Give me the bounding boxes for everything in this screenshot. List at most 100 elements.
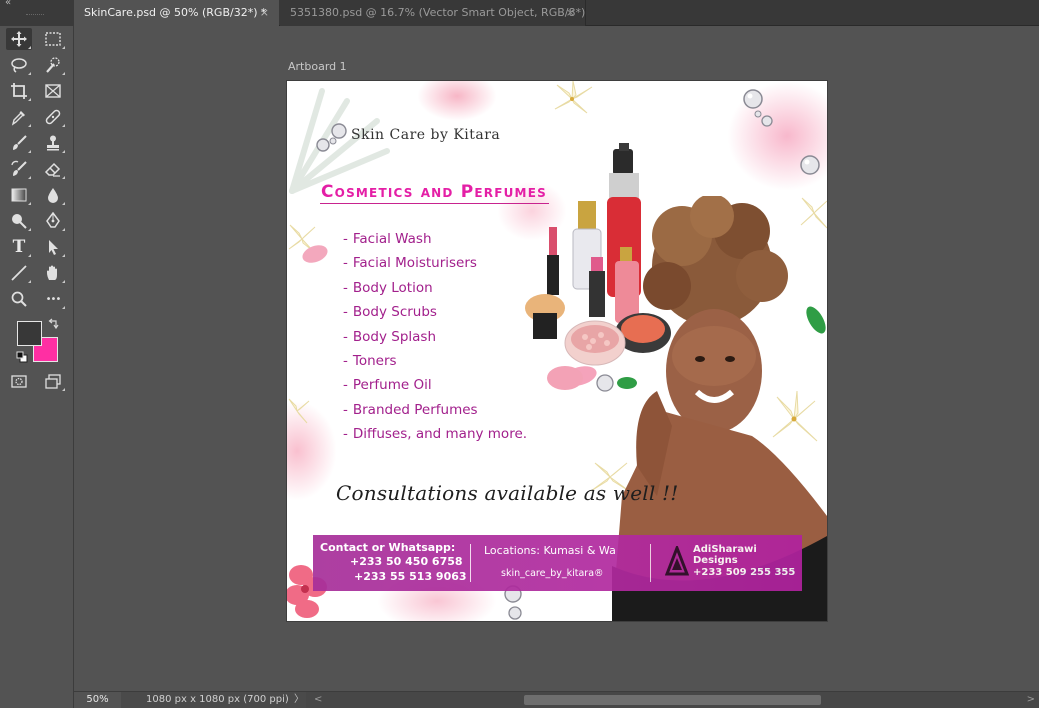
lily-flower-decoration	[554, 81, 593, 114]
crop-tool[interactable]	[6, 80, 32, 102]
tool-flyout-indicator	[62, 176, 65, 179]
close-tab-icon[interactable]: ×	[566, 0, 575, 26]
hand-tool[interactable]	[40, 262, 66, 284]
dodge-tool[interactable]	[6, 210, 32, 232]
tools-panel: T •••	[0, 26, 74, 708]
scroll-right-arrow-icon[interactable]: >	[1027, 692, 1035, 708]
quick-selection-tool[interactable]	[40, 54, 66, 76]
cursor-arrow-icon	[49, 240, 58, 255]
scrollbar-thumb[interactable]	[524, 695, 821, 705]
path-selection-tool[interactable]	[40, 236, 66, 258]
tab-skincare-psd[interactable]: SkinCare.psd @ 50% (RGB/32*) * ×	[74, 0, 279, 26]
list-item: - Body Splash	[343, 328, 436, 345]
frame-icon	[45, 84, 61, 98]
tool-flyout-indicator	[28, 176, 31, 179]
gradient-icon	[11, 188, 27, 202]
panel-grip[interactable]	[26, 14, 44, 16]
tool-flyout-indicator	[62, 254, 65, 257]
artboard-canvas[interactable]: Skin Care by Kitara Cosmetics and Perfum…	[287, 81, 827, 621]
clone-stamp-tool[interactable]	[40, 132, 66, 154]
locations-text: Locations: Kumasi & Wa	[484, 544, 616, 557]
line-tool[interactable]	[6, 262, 32, 284]
pen-tool[interactable]	[40, 210, 66, 232]
list-item: - Toners	[343, 352, 397, 369]
tool-flyout-indicator	[62, 46, 65, 49]
scroll-left-arrow-icon[interactable]: <	[314, 692, 322, 708]
adisharawi-logo-icon	[665, 546, 689, 576]
tab-5351380-psd[interactable]: 5351380.psd @ 16.7% (Vector Smart Object…	[280, 0, 586, 26]
collapse-panel-button[interactable]: «	[0, 0, 74, 26]
tool-flyout-indicator	[28, 202, 31, 205]
zoom-level-field[interactable]: 50%	[74, 692, 121, 708]
designer-name: AdiSharawi	[693, 544, 757, 555]
blur-tool[interactable]	[40, 184, 66, 206]
spot-healing-tool[interactable]	[40, 106, 66, 128]
marquee-tool[interactable]	[40, 28, 66, 50]
bar-divider	[470, 544, 471, 582]
crop-icon	[11, 83, 27, 99]
list-item: - Body Lotion	[343, 279, 433, 296]
bandage-icon	[45, 109, 61, 125]
brush-tool[interactable]	[6, 132, 32, 154]
list-item: - Facial Moisturisers	[343, 255, 477, 272]
tool-flyout-indicator	[28, 124, 31, 127]
close-tab-icon[interactable]: ×	[260, 0, 269, 26]
quick-mask-tool[interactable]	[6, 370, 32, 392]
contact-info-bar: Contact or Whatsapp: +233 50 450 6758 +2…	[313, 535, 802, 591]
dodge-icon	[12, 214, 27, 229]
instagram-handle: skin_care_by_kitara®	[501, 568, 604, 579]
lasso-tool[interactable]	[6, 54, 32, 76]
photoshop-window: « SkinCare.psd @ 50% (RGB/32*) * × 53513…	[0, 0, 1039, 708]
artboard-label[interactable]: Artboard 1	[288, 60, 347, 73]
swap-colors-icon[interactable]	[48, 318, 60, 330]
tool-flyout-indicator	[62, 150, 65, 153]
horizontal-scrollbar[interactable]: < >	[306, 692, 1039, 708]
eraser-icon	[44, 162, 61, 177]
gradient-tool[interactable]	[6, 184, 32, 206]
tool-flyout-indicator	[28, 72, 31, 75]
list-item: - Facial Wash	[343, 231, 432, 247]
tool-flyout-indicator	[62, 124, 65, 127]
status-bar: 50% 1080 px x 1080 px (700 ppi) 〉 < >	[74, 691, 1039, 708]
stamp-icon	[47, 135, 59, 151]
tool-flyout-indicator	[62, 202, 65, 205]
more-tools[interactable]: •••	[40, 288, 66, 310]
contact-phone-2: +233 55 513 9063	[354, 570, 467, 583]
consultations-script-text: Consultations available as well !!	[336, 481, 679, 505]
move-icon	[11, 31, 27, 47]
zoom-tool[interactable]	[6, 288, 32, 310]
screen-mode-tool[interactable]	[40, 370, 66, 392]
history-brush-icon	[11, 160, 27, 176]
list-item: - Branded Perfumes	[343, 401, 478, 418]
eraser-tool[interactable]	[40, 158, 66, 180]
type-tool[interactable]: T	[6, 236, 32, 258]
status-expand-arrow-icon[interactable]: 〉	[294, 692, 304, 708]
document-info[interactable]: 1080 px x 1080 px (700 ppi)	[146, 692, 289, 708]
quick-selection-icon	[46, 57, 60, 73]
type-icon: T	[12, 237, 26, 257]
water-droplet-decoration	[800, 155, 820, 175]
frame-tool[interactable]	[40, 80, 66, 102]
tool-flyout-indicator	[62, 280, 65, 283]
bar-divider	[650, 544, 651, 582]
eyedropper-tool[interactable]	[6, 106, 32, 128]
services-list: - Facial Wash - Facial Moisturisers - Body …	[343, 227, 527, 447]
default-colors-icon[interactable]	[16, 351, 28, 363]
rectangle-marquee-icon	[45, 32, 61, 46]
line-icon	[11, 265, 27, 281]
move-tool[interactable]	[6, 28, 32, 50]
tab-label: SkinCare.psd @ 50% (RGB/32*) *	[84, 6, 267, 19]
tool-flyout-indicator	[28, 98, 31, 101]
history-brush-tool[interactable]	[6, 158, 32, 180]
eyedropper-icon	[11, 111, 25, 126]
heading-cosmetics-perfumes: Cosmetics and Perfumes	[321, 182, 547, 202]
screen-mode-icon	[45, 374, 61, 389]
tool-flyout-indicator	[28, 46, 31, 49]
tool-flyout-indicator	[62, 306, 65, 309]
designer-phone: +233 509 255 355	[693, 567, 796, 578]
foreground-color-swatch[interactable]	[17, 321, 42, 346]
water-droplets-decoration	[316, 123, 347, 152]
double-chevron-left-icon: «	[5, 0, 12, 8]
list-item: - Body Scrubs	[343, 304, 437, 321]
lily-and-petal-decoration	[288, 224, 328, 263]
